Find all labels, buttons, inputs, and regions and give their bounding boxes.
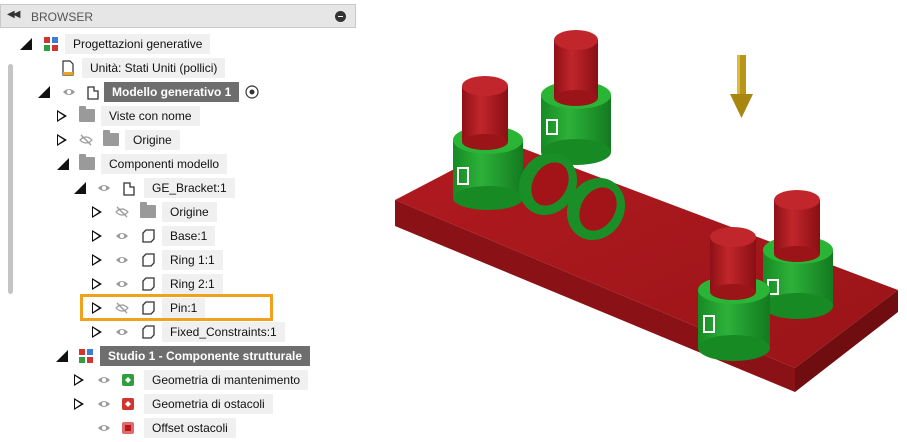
origin-label: Origine bbox=[125, 130, 180, 150]
double-chevron-left-icon[interactable]: ◀◀ bbox=[7, 9, 20, 20]
tree-row-named-views[interactable]: Viste con nome bbox=[57, 106, 307, 126]
obstacle-offset-icon bbox=[122, 422, 134, 434]
folder-icon bbox=[79, 106, 95, 122]
pin-boss-back-right[interactable] bbox=[763, 190, 833, 319]
expand-triangle-icon[interactable] bbox=[92, 278, 102, 290]
collapse-triangle-icon[interactable] bbox=[38, 86, 50, 98]
tree-row-origin[interactable]: Origine bbox=[57, 130, 307, 150]
scrollbar-track[interactable] bbox=[0, 28, 14, 442]
pin-boss-front-left[interactable] bbox=[453, 76, 523, 210]
eye-icon[interactable] bbox=[115, 254, 129, 266]
expand-triangle-icon[interactable] bbox=[92, 206, 102, 218]
minus-circle-icon[interactable] bbox=[335, 11, 346, 22]
child-label: Origine bbox=[162, 202, 217, 222]
component-label: GE_Bracket:1 bbox=[144, 178, 235, 198]
expand-triangle-icon[interactable] bbox=[74, 374, 84, 386]
child-label: Fixed_Constraints:1 bbox=[162, 322, 285, 342]
model-label: Modello generativo 1 bbox=[104, 82, 240, 102]
eye-icon[interactable] bbox=[115, 326, 129, 338]
scrollbar-thumb[interactable] bbox=[8, 64, 13, 294]
child-label: Base:1 bbox=[162, 226, 216, 246]
load-arrow-icon[interactable] bbox=[730, 55, 753, 118]
eye-icon[interactable] bbox=[115, 230, 129, 242]
component-icon bbox=[123, 182, 135, 196]
study-item-label: Offset ostacoli bbox=[144, 418, 236, 438]
tree-row-root[interactable]: Progettazioni generative bbox=[20, 34, 320, 54]
obstacle-geometry-icon bbox=[122, 398, 134, 410]
3d-viewport[interactable] bbox=[358, 0, 907, 442]
body-icon bbox=[142, 277, 155, 291]
tree-row-child-ring1[interactable]: Ring 1:1 bbox=[92, 250, 292, 270]
collapse-triangle-icon[interactable] bbox=[74, 182, 86, 194]
expand-triangle-icon[interactable] bbox=[57, 110, 67, 122]
collapse-triangle-icon[interactable] bbox=[57, 158, 69, 170]
eye-icon[interactable] bbox=[97, 422, 111, 434]
tree-row-obstacle[interactable]: Geometria di ostacoli bbox=[74, 394, 314, 414]
eye-icon[interactable] bbox=[115, 278, 129, 290]
browser-title: BROWSER bbox=[31, 10, 94, 24]
collapse-triangle-icon[interactable] bbox=[20, 38, 32, 50]
tree-row-child-origin[interactable]: Origine bbox=[92, 202, 292, 222]
folder-icon bbox=[79, 154, 95, 170]
tree-row-component[interactable]: GE_Bracket:1 bbox=[74, 178, 324, 198]
eye-icon[interactable] bbox=[97, 182, 111, 194]
child-label: Ring 1:1 bbox=[162, 250, 223, 270]
body-icon bbox=[142, 325, 155, 339]
generative-design-icon bbox=[44, 37, 58, 51]
radio-active-icon[interactable] bbox=[244, 84, 260, 100]
child-label: Ring 2:1 bbox=[162, 274, 223, 294]
folder-icon bbox=[103, 130, 119, 146]
eye-icon[interactable] bbox=[62, 86, 76, 98]
study-item-label: Geometria di mantenimento bbox=[144, 370, 309, 390]
expand-triangle-icon[interactable] bbox=[74, 398, 84, 410]
units-label: Unità: Stati Uniti (pollici) bbox=[82, 58, 226, 78]
study-item-label: Geometria di ostacoli bbox=[144, 394, 273, 414]
study-label: Studio 1 - Componente strutturale bbox=[100, 346, 311, 366]
tree-row-obstacle-offset[interactable]: Offset ostacoli bbox=[74, 418, 314, 438]
tree-row-child-fixed[interactable]: Fixed_Constraints:1 bbox=[92, 322, 312, 342]
tree-row-child-ring2[interactable]: Ring 2:1 bbox=[92, 274, 292, 294]
folder-icon bbox=[140, 202, 156, 218]
named-views-label: Viste con nome bbox=[101, 106, 200, 126]
collapse-triangle-icon[interactable] bbox=[56, 350, 68, 362]
expand-triangle-icon[interactable] bbox=[57, 134, 67, 146]
pin-boss-back-left[interactable] bbox=[541, 30, 611, 165]
document-icon bbox=[62, 60, 74, 76]
eye-icon[interactable] bbox=[97, 374, 111, 386]
tree-row-model[interactable]: Modello generativo 1 bbox=[38, 82, 318, 102]
browser-header: ◀◀ BROWSER bbox=[0, 4, 356, 28]
model-components-label: Componenti modello bbox=[101, 154, 228, 174]
body-icon bbox=[142, 229, 155, 243]
eye-hidden-icon[interactable] bbox=[79, 134, 93, 146]
expand-triangle-icon[interactable] bbox=[92, 326, 102, 338]
body-icon bbox=[142, 253, 155, 267]
eye-icon[interactable] bbox=[97, 398, 111, 410]
eye-hidden-icon[interactable] bbox=[115, 206, 129, 218]
root-label: Progettazioni generative bbox=[65, 34, 211, 54]
study-icon bbox=[79, 349, 93, 363]
browser-panel: ◀◀ BROWSER Progettazioni generative Unit… bbox=[0, 0, 358, 442]
tree-row-preserve[interactable]: Geometria di mantenimento bbox=[74, 370, 314, 390]
expand-triangle-icon[interactable] bbox=[92, 230, 102, 242]
preserve-geometry-icon bbox=[122, 374, 134, 386]
highlight-box bbox=[80, 294, 273, 321]
tree-row-units[interactable]: Unità: Stati Uniti (pollici) bbox=[60, 58, 320, 78]
component-icon bbox=[87, 86, 99, 100]
tree-row-child-base[interactable]: Base:1 bbox=[92, 226, 292, 246]
tree-row-model-components[interactable]: Componenti modello bbox=[57, 154, 307, 174]
expand-triangle-icon[interactable] bbox=[92, 254, 102, 266]
tree-row-study[interactable]: Studio 1 - Componente strutturale bbox=[56, 346, 346, 366]
